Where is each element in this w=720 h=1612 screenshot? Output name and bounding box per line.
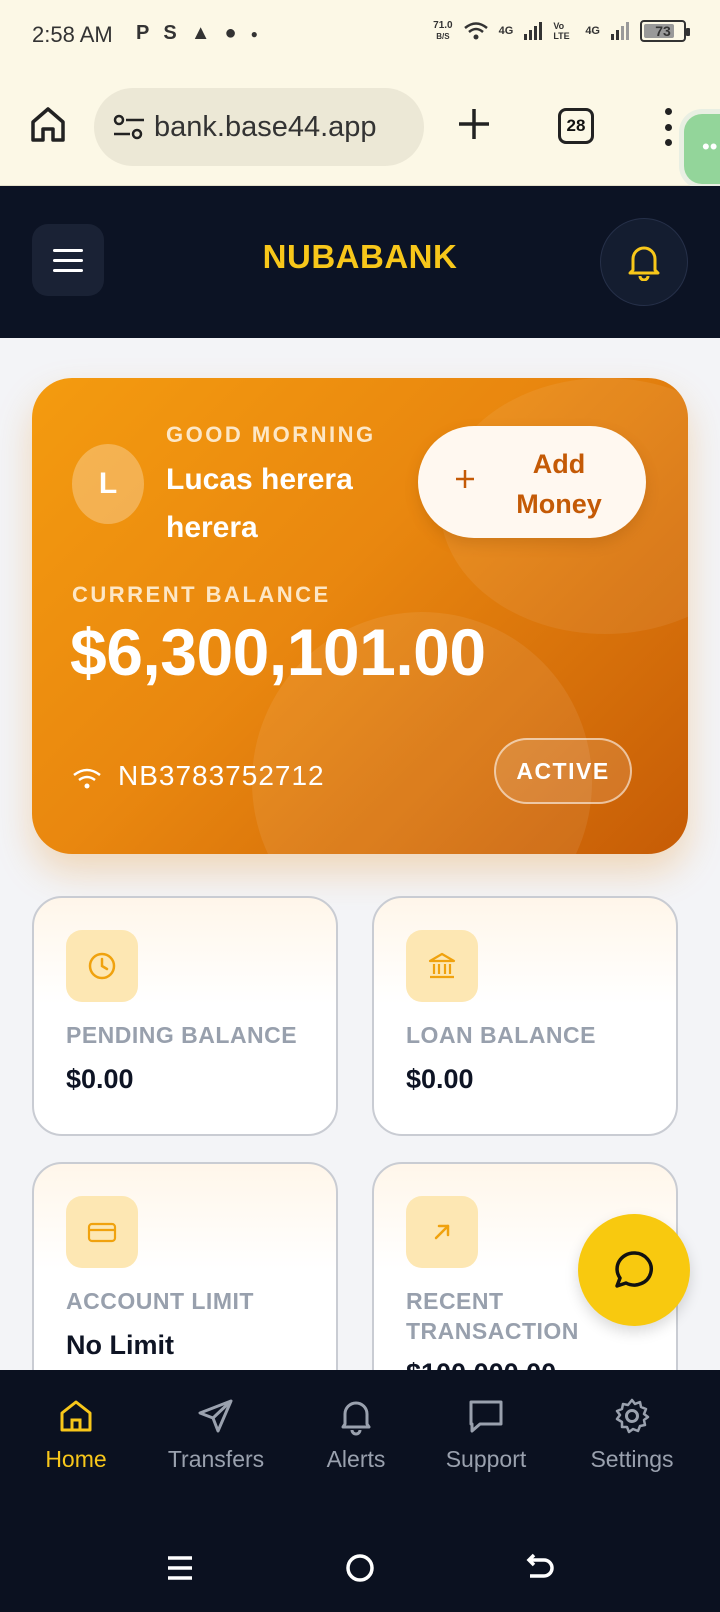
warning-icon: ▲ xyxy=(190,22,211,44)
notification-icons: P S ▲ ● ● xyxy=(136,22,258,45)
home-circle-icon[interactable] xyxy=(344,1552,376,1584)
stat-label: ACCOUNT LIMIT xyxy=(66,1288,254,1314)
stat-card-account-limit[interactable]: ACCOUNT LIMIT No Limit xyxy=(32,1162,338,1402)
status-right: 71.0 B/S 4G Vo LTE 4G 73 xyxy=(433,20,690,42)
notification-p-icon: P xyxy=(136,22,150,44)
volte-label: Vo LTE xyxy=(553,21,570,41)
nav-label: Alerts xyxy=(326,1446,386,1472)
nav-transfers[interactable]: Transfers xyxy=(146,1396,286,1473)
balance-label: CURRENT BALANCE xyxy=(72,582,331,607)
stat-value: No Limit xyxy=(66,1330,174,1360)
nav-alerts[interactable]: Alerts xyxy=(286,1396,426,1473)
card-icon xyxy=(66,1196,138,1268)
status-bar: 2:58 AM P S ▲ ● ● 71.0 B/S 4G Vo LTE 4G … xyxy=(0,0,720,72)
messenger-icon: ● xyxy=(224,22,237,44)
chat-button[interactable] xyxy=(578,1214,690,1326)
home-icon xyxy=(60,1400,92,1432)
recents-icon[interactable] xyxy=(164,1552,196,1584)
gear-icon xyxy=(615,1398,650,1434)
floating-extension-bubble[interactable] xyxy=(684,114,720,184)
avatar: L xyxy=(72,444,144,524)
contactless-icon xyxy=(73,768,101,789)
stat-label: LOAN BALANCE xyxy=(406,1022,596,1048)
nav-settings[interactable]: Settings xyxy=(562,1396,702,1473)
new-tab-icon[interactable] xyxy=(456,106,492,142)
greeting: GOOD MORNING xyxy=(166,422,376,447)
nav-label: Support xyxy=(445,1446,527,1472)
notifications-button[interactable] xyxy=(600,218,688,306)
add-money-button[interactable]: Add Money xyxy=(418,426,646,538)
chat-icon xyxy=(469,1400,503,1433)
bank-icon xyxy=(406,930,478,1002)
stat-label: PENDING BALANCE xyxy=(66,1022,298,1048)
nav-label: Home xyxy=(45,1446,107,1472)
more-dot-icon: ● xyxy=(250,26,258,41)
chat-bubble-icon xyxy=(615,1251,653,1288)
tab-switcher-button[interactable]: 28 xyxy=(558,108,594,144)
status-time: 2:58 AM xyxy=(32,22,113,47)
nav-home[interactable]: Home xyxy=(6,1396,146,1473)
site-settings-icon[interactable] xyxy=(112,112,146,142)
notification-s-icon: S xyxy=(163,22,177,44)
nav-support[interactable]: Support xyxy=(416,1396,556,1473)
user-name: Lucas herera herera xyxy=(166,463,353,544)
battery-icon: 73 xyxy=(640,20,690,42)
stat-value: $0.00 xyxy=(406,1064,474,1094)
network-type-2: 4G xyxy=(585,25,600,37)
send-icon xyxy=(198,1399,233,1433)
signal-icon-2 xyxy=(611,22,629,40)
add-money-label: Add Money xyxy=(516,449,602,519)
browser-menu-icon[interactable] xyxy=(664,108,672,146)
network-type-1: 4G xyxy=(498,25,514,37)
balance-card: L GOOD MORNING Lucas herera herera Add M… xyxy=(32,378,688,854)
url-text[interactable]: bank.base44.app xyxy=(154,111,377,144)
stat-card-pending-balance[interactable]: PENDING BALANCE $0.00 xyxy=(32,896,338,1136)
browser-home-icon[interactable] xyxy=(28,104,68,144)
nav-label: Transfers xyxy=(167,1446,265,1472)
nav-label: Settings xyxy=(590,1446,674,1472)
clock-icon xyxy=(66,930,138,1002)
app-header: NUBABANK xyxy=(0,186,720,338)
back-icon[interactable] xyxy=(524,1552,556,1584)
arrow-up-right-icon xyxy=(406,1196,478,1268)
bell-icon xyxy=(628,246,660,281)
status-badge: ACTIVE xyxy=(494,738,632,804)
account-number: NB3783752712 xyxy=(118,760,325,791)
balance-amount: $6,300,101.00 xyxy=(70,615,486,689)
bell-icon xyxy=(341,1401,371,1436)
plus-icon xyxy=(456,470,474,488)
wifi-icon xyxy=(463,22,488,40)
signal-icon xyxy=(524,22,543,40)
url-bar[interactable]: bank.base44.app xyxy=(94,88,424,166)
stat-card-loan-balance[interactable]: LOAN BALANCE $0.00 xyxy=(372,896,678,1136)
system-nav-bar xyxy=(0,1512,720,1612)
stat-value: $0.00 xyxy=(66,1064,134,1094)
net-speed: 71.0 B/S xyxy=(433,20,453,41)
bottom-nav: Home Transfers Alerts Support Settings xyxy=(0,1370,720,1612)
browser-chrome: 2:58 AM P S ▲ ● ● 71.0 B/S 4G Vo LTE 4G … xyxy=(0,0,720,186)
